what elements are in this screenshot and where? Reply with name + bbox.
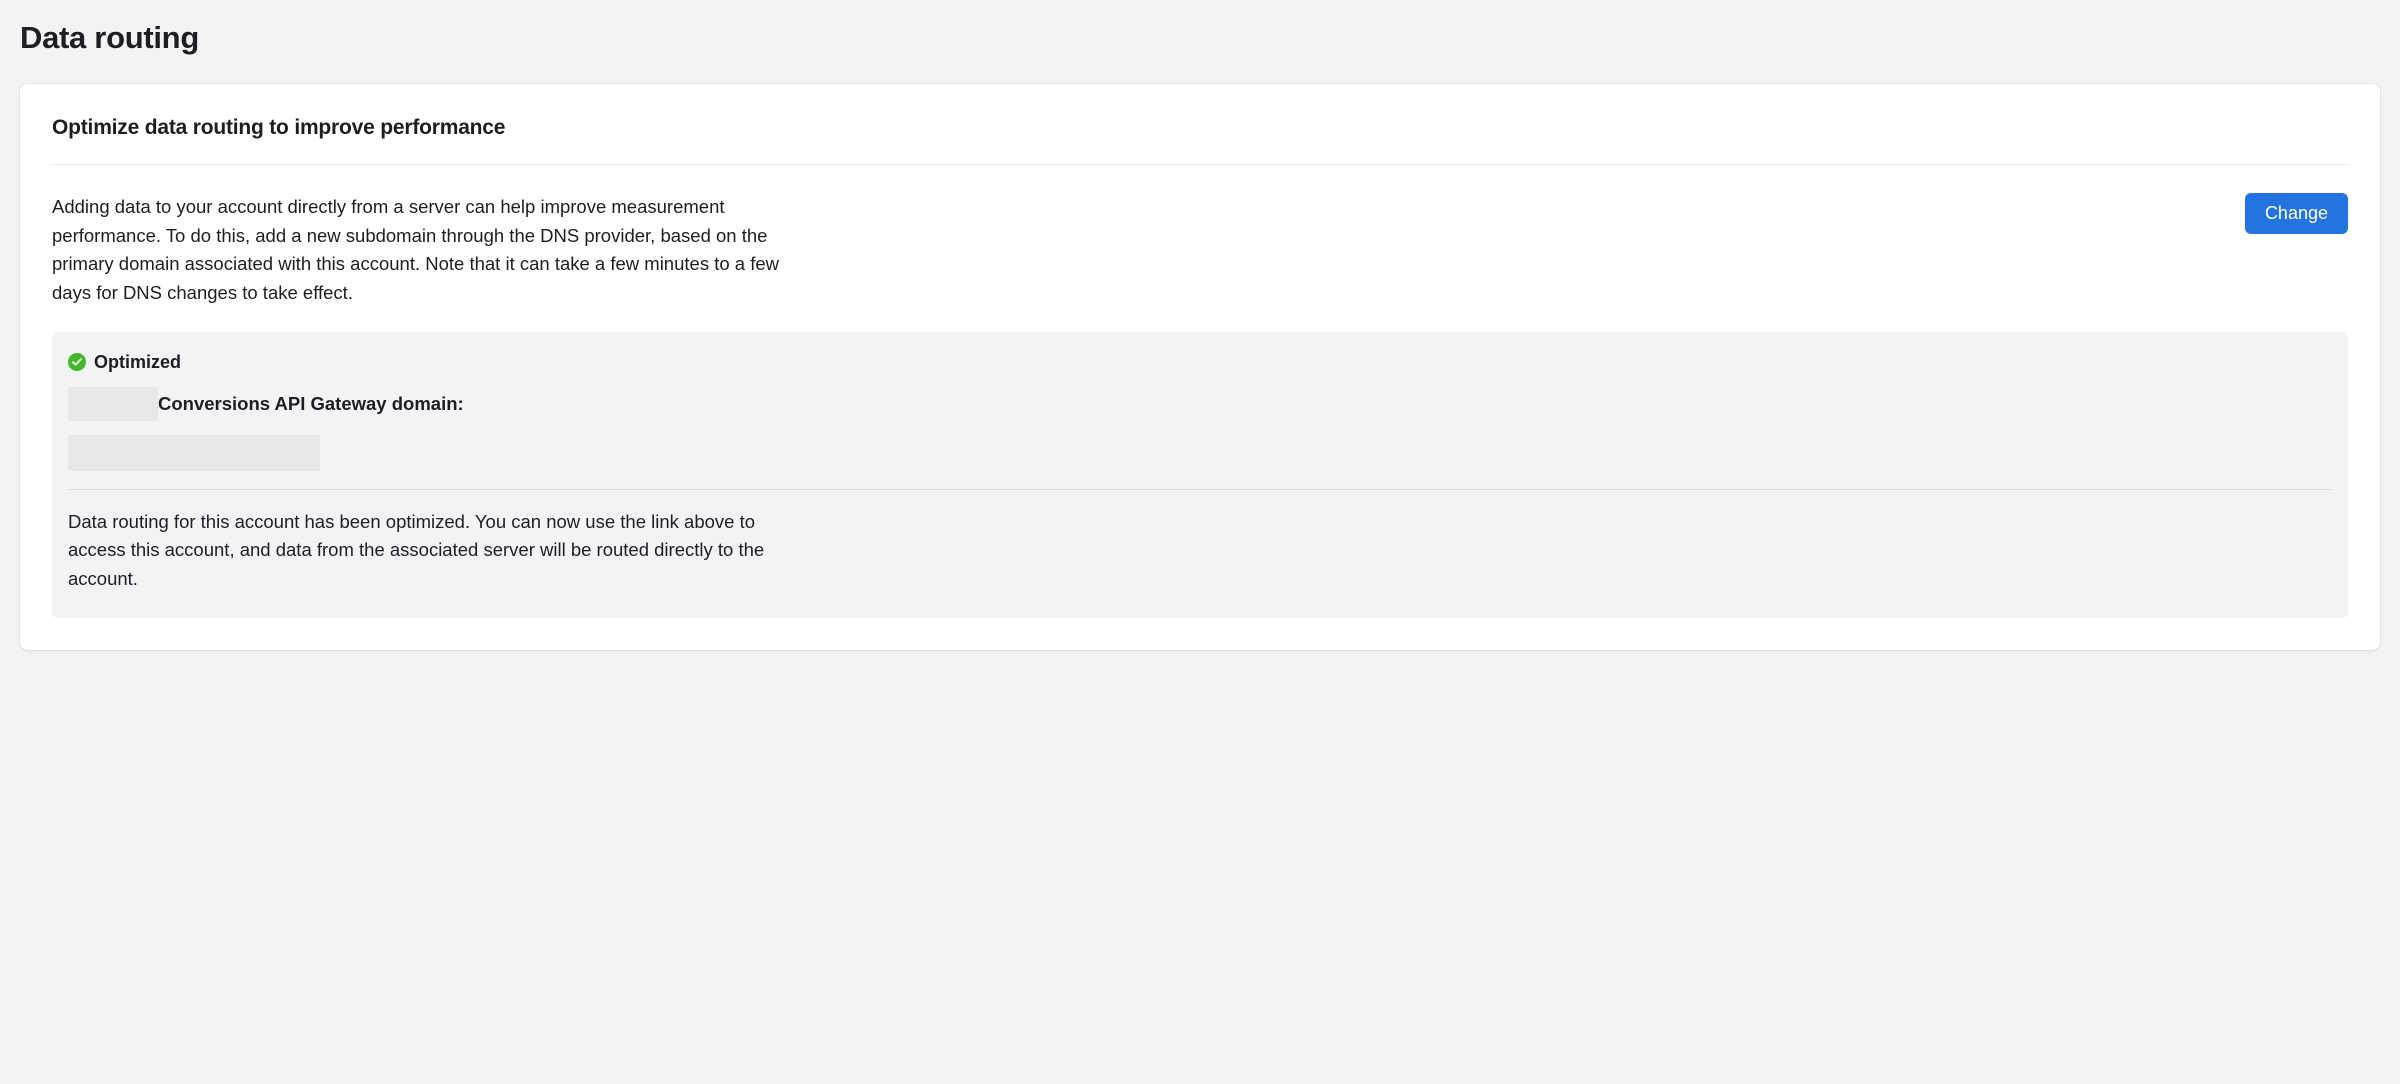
change-button[interactable]: Change bbox=[2245, 193, 2348, 234]
status-header: Optimized bbox=[68, 352, 2332, 373]
status-label: Optimized bbox=[94, 352, 181, 373]
panel-divider bbox=[68, 489, 2332, 490]
gateway-domain-label: Conversions API Gateway domain: bbox=[158, 393, 464, 415]
panel-description: Data routing for this account has been o… bbox=[68, 508, 788, 594]
card-title: Optimize data routing to improve perform… bbox=[52, 116, 2348, 165]
settings-card: Optimize data routing to improve perform… bbox=[20, 84, 2380, 650]
card-description: Adding data to your account directly fro… bbox=[52, 193, 812, 308]
domain-row: Conversions API Gateway domain: bbox=[68, 387, 2332, 421]
page-title: Data routing bbox=[20, 20, 2380, 56]
redacted-prefix bbox=[68, 387, 158, 421]
redacted-domain-value bbox=[68, 435, 320, 471]
status-panel: Optimized Conversions API Gateway domain… bbox=[52, 332, 2348, 618]
content-row: Adding data to your account directly fro… bbox=[52, 165, 2348, 332]
check-circle-icon bbox=[68, 353, 86, 371]
